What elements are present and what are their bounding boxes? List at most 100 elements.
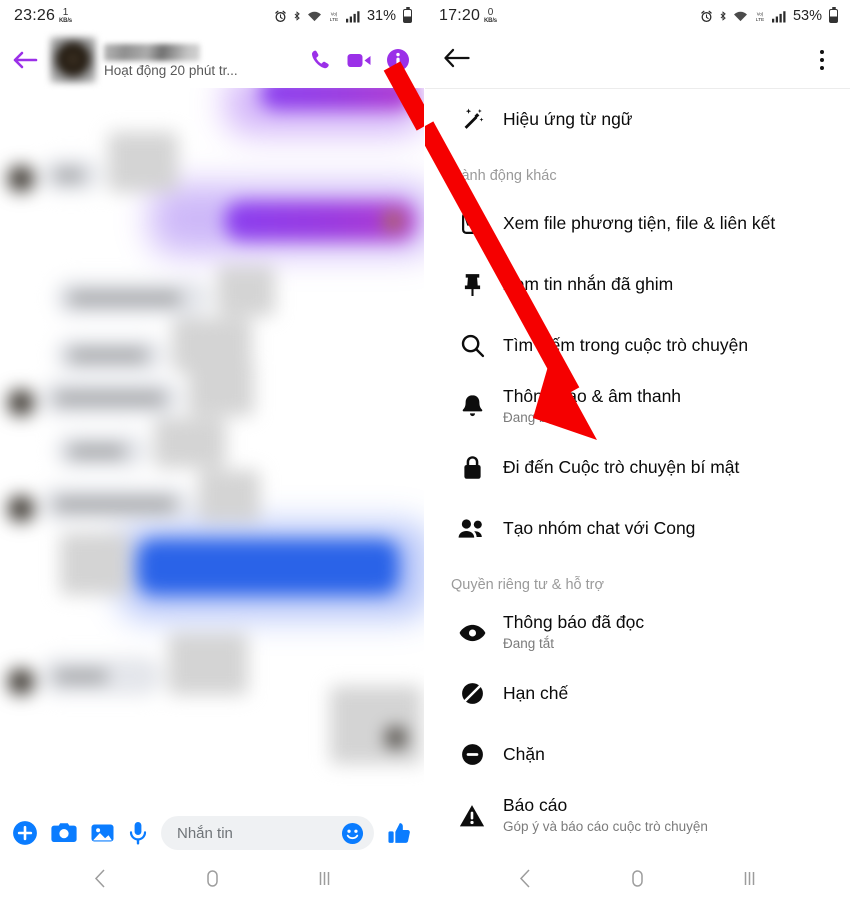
status-right-group: Vo) LTE 31% <box>274 6 412 24</box>
search-icon <box>457 333 487 358</box>
status-right-group: Vo) LTE 53% <box>700 6 838 24</box>
menu-item-report[interactable]: Báo cáo Góp ý và báo cáo cuộc trò chuyện <box>425 785 850 846</box>
thumbs-up-icon[interactable] <box>387 821 412 846</box>
network-rate: 1 KB/s <box>59 7 72 25</box>
video-icon[interactable] <box>346 49 372 71</box>
left-phone-screen: 23:26 1 KB/s Vo) LTE 31% Hoạt động 20 ph… <box>0 0 425 900</box>
chat-header-actions <box>308 48 414 72</box>
block-icon <box>457 742 487 767</box>
left-status-bar: 23:26 1 KB/s Vo) LTE 31% <box>0 0 424 32</box>
right-phone-screen: 17:20 0 KB/s Vo) LTE 53% Hiệu ứng từ ngữ… <box>425 0 850 900</box>
gallery-icon[interactable] <box>90 821 115 845</box>
signal-icon <box>345 10 360 22</box>
warning-icon <box>457 804 487 828</box>
phone-icon[interactable] <box>308 48 332 72</box>
menu-item-label: Đi đến Cuộc trò chuyện bí mật <box>503 456 740 477</box>
menu-item-label: Tìm kiếm trong cuộc trò chuyện <box>503 334 749 355</box>
volte-icon: Vo)LTE <box>756 11 765 22</box>
wifi-icon <box>307 11 321 22</box>
network-rate: 0 KB/s <box>484 7 497 25</box>
home-nav-icon[interactable] <box>204 868 221 889</box>
section-header-other-actions: Hành động khác <box>451 168 557 184</box>
menu-item-view-media[interactable]: Xem file phương tiện, file & liên kết <box>425 193 850 254</box>
magic-wand-icon <box>457 107 487 132</box>
menu-item-read-receipts[interactable]: Thông báo đã đọc Đang tắt <box>425 602 850 663</box>
contact-activity-status: Hoạt động 20 phút tr... <box>104 63 238 78</box>
menu-item-label: Xem file phương tiện, file & liên kết <box>503 212 776 233</box>
status-left-group: 17:20 0 KB/s <box>439 7 497 25</box>
info-icon[interactable] <box>386 48 410 72</box>
recents-nav-icon[interactable] <box>316 868 333 889</box>
menu-item-secret-conversation[interactable]: Đi đến Cuộc trò chuyện bí mật <box>425 437 850 498</box>
status-left-group: 23:26 1 KB/s <box>14 7 72 25</box>
section-header-privacy-support: Quyền riêng tư & hỗ trợ <box>451 577 605 593</box>
options-menu-list[interactable]: Hiệu ứng từ ngữ Hành động khác Xem file … <box>425 88 850 856</box>
menu-item-search-conversation[interactable]: Tìm kiếm trong cuộc trò chuyện <box>425 315 850 376</box>
media-files-icon <box>457 211 487 236</box>
battery-icon <box>829 6 838 23</box>
status-time: 23:26 <box>14 7 56 24</box>
menu-item-sublabel: Đang tắt <box>503 636 555 652</box>
wifi-icon <box>733 11 747 22</box>
back-arrow-icon[interactable] <box>443 47 470 74</box>
message-input-field[interactable]: Nhắn tin <box>161 816 374 850</box>
left-android-nav-bar <box>0 856 424 900</box>
back-nav-icon[interactable] <box>92 868 109 889</box>
menu-item-label: Thông báo & âm thanh <box>503 386 682 407</box>
kebab-menu-icon[interactable] <box>814 44 831 77</box>
message-composer: Nhắn tin <box>0 810 424 856</box>
plus-icon[interactable] <box>12 820 38 846</box>
svg-text:Vo): Vo) <box>331 11 338 16</box>
recents-nav-icon[interactable] <box>741 868 758 889</box>
microphone-icon[interactable] <box>128 821 148 846</box>
back-arrow-icon[interactable] <box>8 43 42 77</box>
menu-item-label: Báo cáo <box>503 795 568 816</box>
volte-icon: Vo)LTE <box>330 11 339 22</box>
bluetooth-icon <box>294 11 300 21</box>
people-icon <box>457 518 487 540</box>
dual-screenshot-container: 23:26 1 KB/s Vo) LTE 31% Hoạt động 20 ph… <box>0 0 850 900</box>
restrict-icon <box>457 681 487 706</box>
contact-avatar[interactable] <box>50 37 96 83</box>
battery-icon <box>403 6 412 23</box>
right-android-nav-bar <box>425 856 850 900</box>
menu-item-label: Thông báo đã đọc <box>503 612 645 633</box>
menu-item-label: Hiệu ứng từ ngữ <box>503 108 633 129</box>
svg-text:Vo): Vo) <box>757 11 764 16</box>
battery-percent: 53% <box>792 8 822 24</box>
menu-item-notifications-sounds[interactable]: Thông báo & âm thanh Đang bật <box>425 376 850 437</box>
menu-item-word-effects[interactable]: Hiệu ứng từ ngữ <box>425 89 850 150</box>
menu-item-label: Chặn <box>503 743 545 764</box>
message-placeholder: Nhắn tin <box>177 824 233 842</box>
menu-item-block[interactable]: Chặn <box>425 724 850 785</box>
chat-header: Hoạt động 20 phút tr... <box>0 32 424 88</box>
signal-icon <box>771 10 786 22</box>
lock-icon <box>457 455 487 480</box>
eye-icon <box>457 623 487 643</box>
right-status-bar: 17:20 0 KB/s Vo) LTE 53% <box>425 0 850 32</box>
camera-icon[interactable] <box>51 821 77 845</box>
svg-text:LTE: LTE <box>330 16 339 22</box>
menu-item-label: Hạn chế <box>503 682 569 703</box>
blurred-messages <box>0 88 424 810</box>
menu-item-pinned-messages[interactable]: Xem tin nhắn đã ghim <box>425 254 850 315</box>
back-nav-icon[interactable] <box>517 868 534 889</box>
contact-name-blurred <box>104 44 200 61</box>
bluetooth-icon <box>720 11 726 21</box>
menu-item-label: Tạo nhóm chat với Cong <box>503 517 696 538</box>
home-nav-icon[interactable] <box>629 868 646 889</box>
svg-text:LTE: LTE <box>756 16 765 22</box>
menu-item-restrict[interactable]: Hạn chế <box>425 663 850 724</box>
menu-item-sublabel: Góp ý và báo cáo cuộc trò chuyện <box>503 819 708 835</box>
battery-percent: 31% <box>366 8 396 24</box>
pin-icon <box>457 272 487 297</box>
menu-item-label: Xem tin nhắn đã ghim <box>503 273 674 294</box>
menu-item-create-group-chat[interactable]: Tạo nhóm chat với Cong <box>425 498 850 559</box>
chat-message-list[interactable] <box>0 88 424 810</box>
bell-icon <box>457 394 487 419</box>
alarm-icon <box>701 10 712 22</box>
emoji-icon[interactable] <box>341 822 364 845</box>
contact-info[interactable]: Hoạt động 20 phút tr... <box>104 42 300 78</box>
menu-item-sublabel: Đang bật <box>503 410 558 426</box>
options-menu-header <box>425 32 850 88</box>
